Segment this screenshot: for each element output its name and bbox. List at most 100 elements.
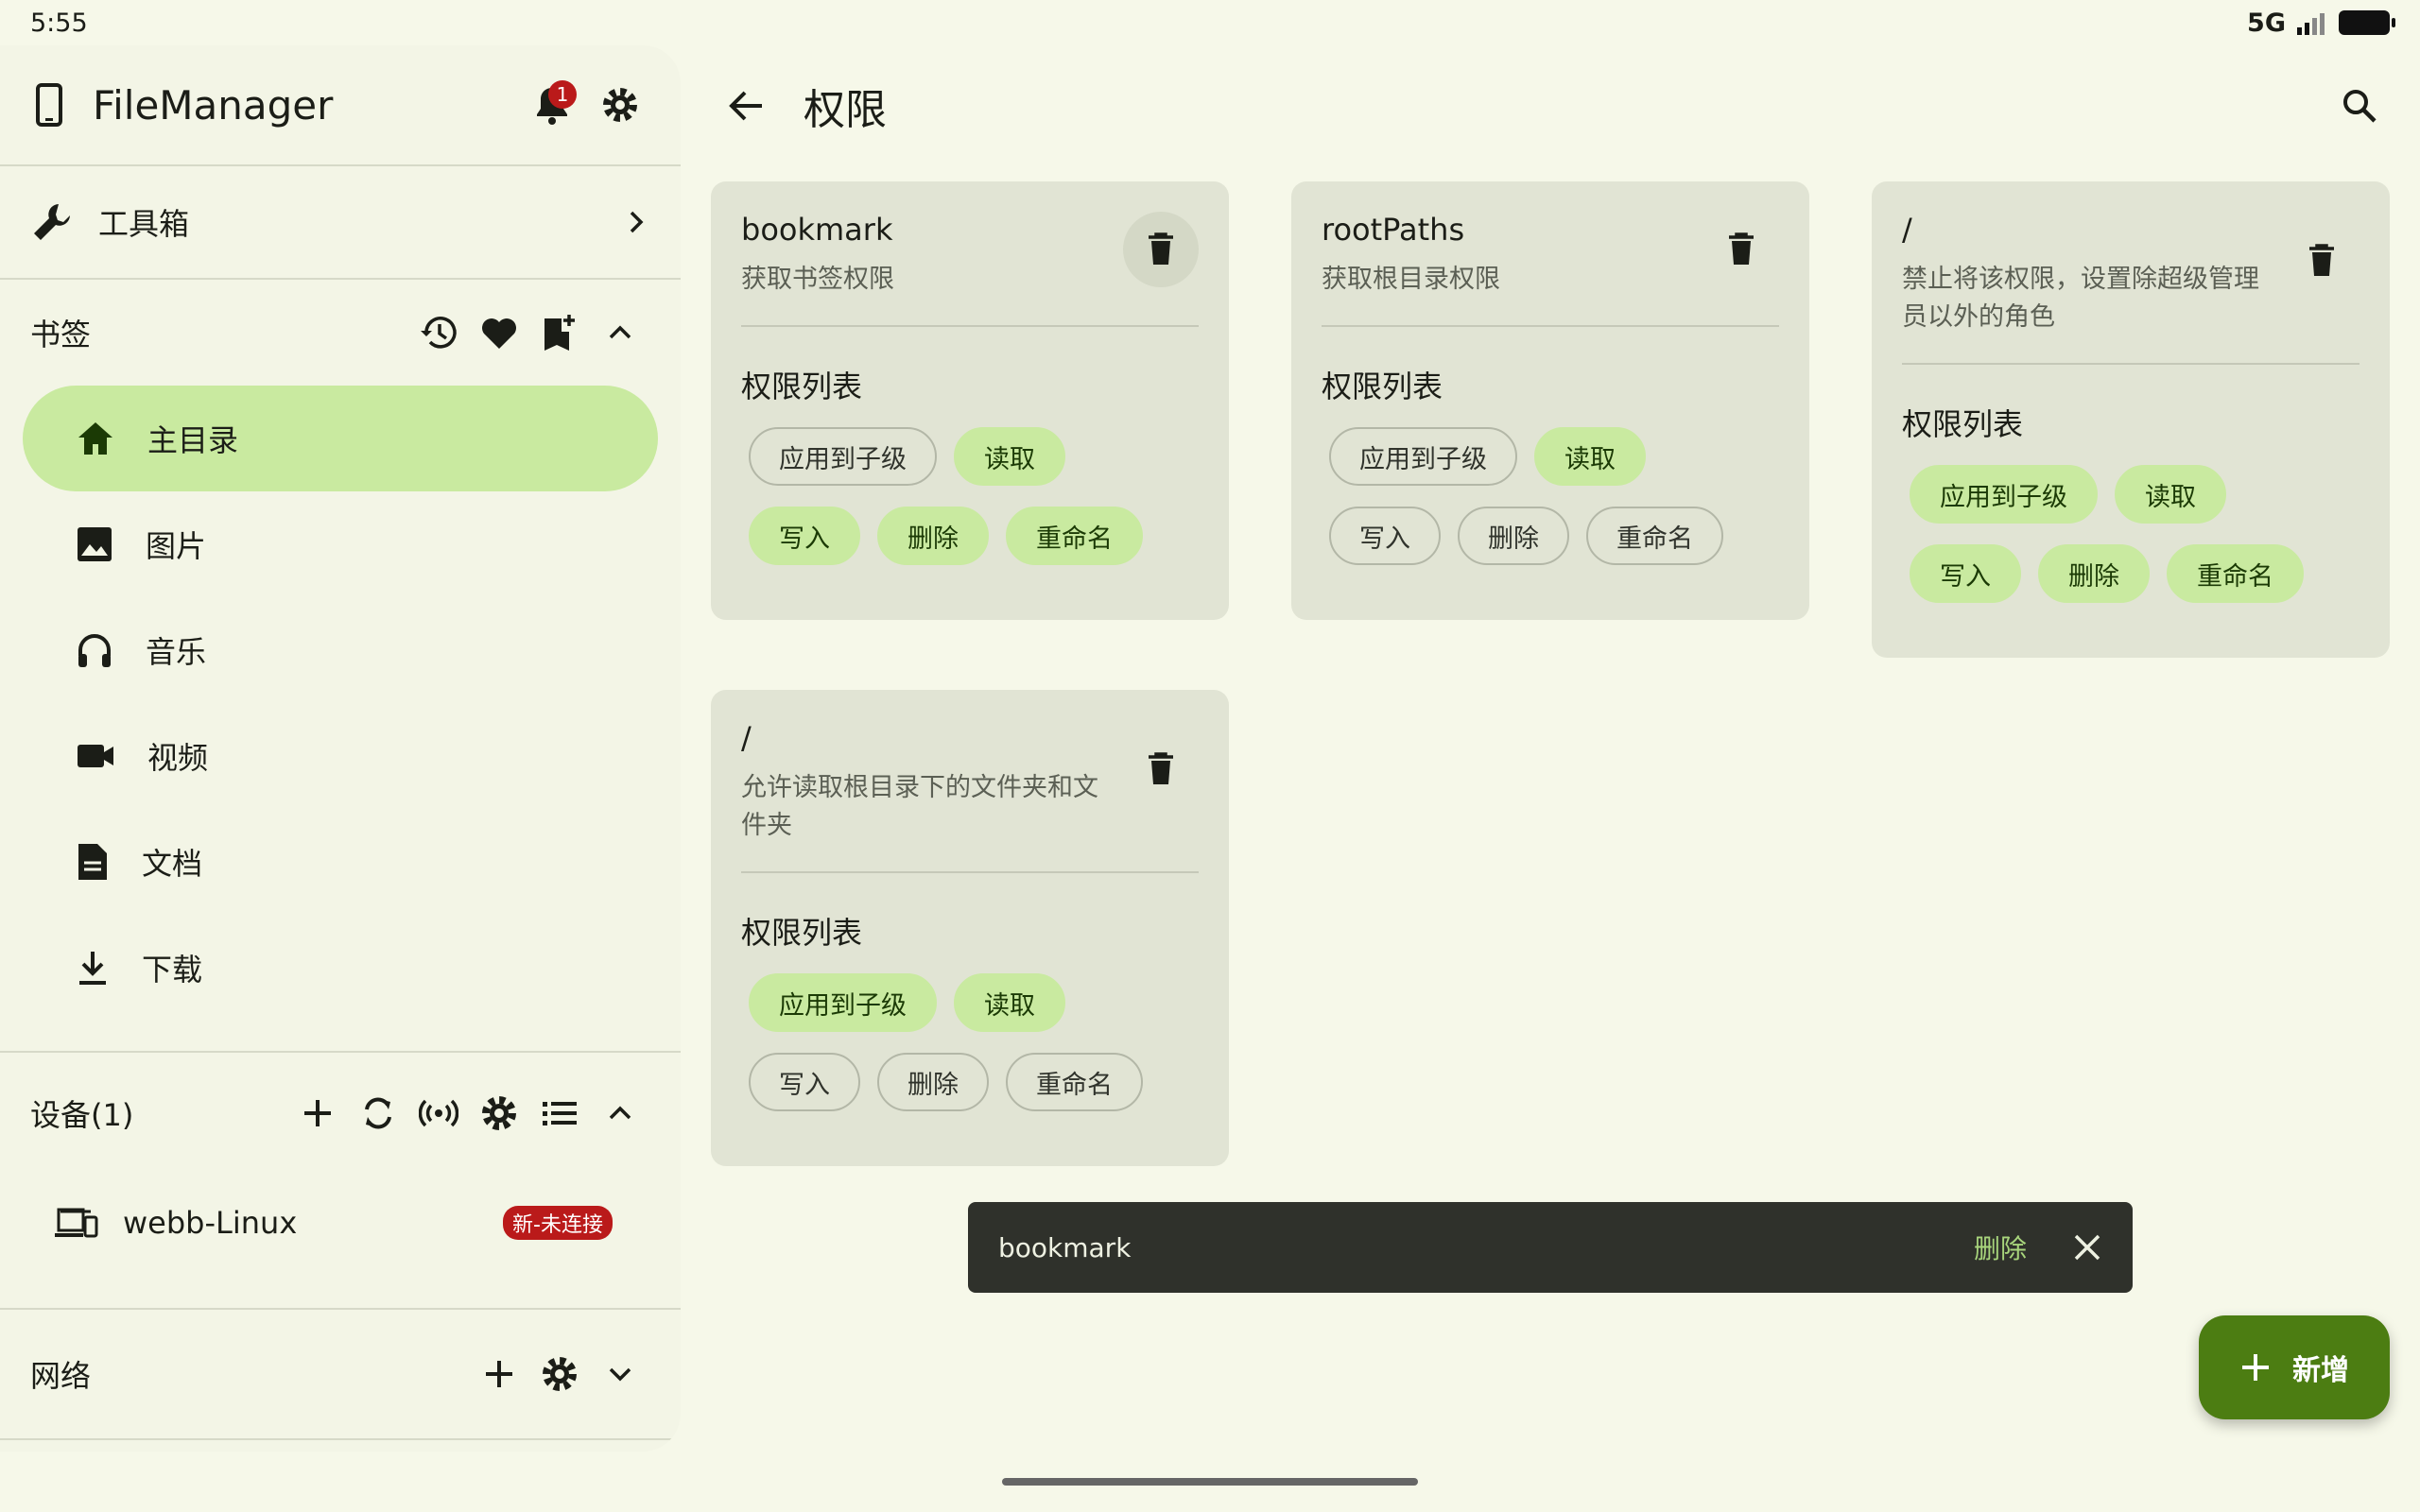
chip-delete[interactable]: 删除 <box>2038 544 2150 603</box>
chip-read[interactable]: 读取 <box>954 427 1065 486</box>
card-description: 允许读取根目录下的文件夹和文件夹 <box>741 773 1098 840</box>
notifications-button[interactable]: 1 <box>522 75 582 135</box>
card-name: bookmark <box>741 212 893 248</box>
chip-rename[interactable]: 重命名 <box>1006 1053 1143 1111</box>
chip-read[interactable]: 读取 <box>2115 465 2226 524</box>
network-title: 网络 <box>30 1358 92 1394</box>
device-list-button[interactable] <box>529 1083 590 1143</box>
plus-icon <box>304 1100 331 1126</box>
trash-icon <box>1149 752 1173 784</box>
chip-delete[interactable]: 删除 <box>877 507 989 565</box>
bookmark-list: 主目录 图片 音乐 视频 文档 下载 <box>0 386 681 1021</box>
device-status-badge: 新-未连接 <box>503 1206 613 1240</box>
image-icon <box>78 527 112 561</box>
snackbar-text: bookmark <box>998 1231 1132 1263</box>
divider <box>0 1438 681 1440</box>
search-icon <box>2343 90 2377 123</box>
chip-rename[interactable]: 重命名 <box>1006 507 1143 565</box>
snackbar-delete-action[interactable]: 删除 <box>1974 1228 2027 1266</box>
collapse-devices-button[interactable] <box>590 1083 650 1143</box>
permission-chips: 应用到子级 读取 写入 删除 重命名 <box>741 427 1157 565</box>
bookmark-add-icon <box>544 315 575 351</box>
back-button[interactable] <box>717 76 777 136</box>
plus-icon <box>2242 1354 2269 1381</box>
notification-badge: 1 <box>548 80 577 109</box>
settings-button[interactable] <box>590 75 650 135</box>
top-app-bar: 权限 <box>681 45 2420 166</box>
chip-rename[interactable]: 重命名 <box>2167 544 2304 603</box>
snackbar: bookmark 删除 <box>968 1202 2133 1293</box>
nav-item-video[interactable]: 视频 <box>23 703 658 809</box>
add-bookmark-button[interactable] <box>529 302 590 363</box>
device-settings-button[interactable] <box>469 1083 529 1143</box>
favorites-button[interactable] <box>469 302 529 363</box>
card-header: bookmark 获取书签权限 <box>741 212 1199 327</box>
chip-apply-children[interactable]: 应用到子级 <box>1910 465 2098 524</box>
chip-write[interactable]: 写入 <box>1329 507 1441 565</box>
devices-icon <box>55 1208 98 1238</box>
delete-button[interactable] <box>1123 212 1199 287</box>
permission-card: bookmark 获取书签权限 权限列表 应用到子级 读取 写入 删除 重命名 <box>711 181 1229 620</box>
nav-item-documents[interactable]: 文档 <box>23 809 658 915</box>
chip-read[interactable]: 读取 <box>954 973 1065 1032</box>
home-indicator[interactable] <box>1002 1478 1418 1486</box>
history-button[interactable] <box>408 302 469 363</box>
trash-icon <box>2309 244 2334 276</box>
device-item[interactable]: webb-Linux 新-未连接 <box>0 1174 681 1272</box>
card-header: / 禁止将该权限，设置除超级管理员以外的角色 <box>1902 212 2360 365</box>
add-device-button[interactable] <box>287 1083 348 1143</box>
video-icon <box>78 745 113 767</box>
gear-icon <box>543 1357 577 1391</box>
sync-icon <box>365 1097 391 1129</box>
add-network-button[interactable] <box>469 1344 529 1404</box>
delete-button[interactable] <box>1703 212 1779 287</box>
plus-icon <box>486 1361 512 1387</box>
nav-item-label: 主目录 <box>147 422 239 458</box>
chip-read[interactable]: 读取 <box>1534 427 1646 486</box>
document-icon <box>78 844 107 880</box>
card-name: rootPaths <box>1322 212 1465 248</box>
refresh-devices-button[interactable] <box>348 1083 408 1143</box>
chip-write[interactable]: 写入 <box>749 507 860 565</box>
network-header: 网络 <box>0 1310 681 1438</box>
search-button[interactable] <box>2329 76 2390 136</box>
network-settings-button[interactable] <box>529 1344 590 1404</box>
chip-rename[interactable]: 重命名 <box>1586 507 1723 565</box>
permission-list-title: 权限列表 <box>741 915 863 951</box>
collapse-bookmarks-button[interactable] <box>590 302 650 363</box>
delete-button[interactable] <box>1123 731 1199 807</box>
chip-apply-children[interactable]: 应用到子级 <box>749 427 937 486</box>
nav-item-music[interactable]: 音乐 <box>23 597 658 703</box>
list-icon <box>543 1102 577 1125</box>
device-name: webb-Linux <box>123 1205 298 1241</box>
nav-item-label: 图片 <box>146 528 207 564</box>
chip-apply-children[interactable]: 应用到子级 <box>749 973 937 1032</box>
chip-delete[interactable]: 删除 <box>877 1053 989 1111</box>
heart-icon <box>482 318 516 349</box>
chip-write[interactable]: 写入 <box>749 1053 860 1111</box>
arrow-back-icon <box>729 91 762 121</box>
network-label: 5G <box>2247 8 2286 38</box>
add-fab[interactable]: 新增 <box>2199 1315 2390 1419</box>
nav-item-home[interactable]: 主目录 <box>23 386 658 491</box>
close-icon <box>2074 1234 2100 1261</box>
nav-item-label: 下载 <box>142 952 203 988</box>
expand-network-button[interactable] <box>590 1344 650 1404</box>
nav-item-images[interactable]: 图片 <box>23 491 658 597</box>
broadcast-button[interactable] <box>408 1083 469 1143</box>
fab-label: 新增 <box>2292 1354 2349 1387</box>
trash-icon <box>1149 232 1173 265</box>
chevron-right-icon <box>630 211 644 233</box>
nav-item-downloads[interactable]: 下载 <box>23 915 658 1021</box>
devices-header: 设备(1) <box>0 1053 681 1174</box>
snackbar-close-button[interactable] <box>2072 1232 2102 1263</box>
chip-delete[interactable]: 删除 <box>1458 507 1569 565</box>
chip-write[interactable]: 写入 <box>1910 544 2021 603</box>
delete-button[interactable] <box>2284 223 2360 299</box>
chip-apply-children[interactable]: 应用到子级 <box>1329 427 1517 486</box>
chevron-up-icon <box>609 1106 631 1120</box>
toolbox-item[interactable]: 工具箱 <box>0 166 681 280</box>
drawer-header: FileManager 1 <box>0 45 681 166</box>
card-description: 获取书签权限 <box>741 265 894 294</box>
card-header: rootPaths 获取根目录权限 <box>1322 212 1779 327</box>
